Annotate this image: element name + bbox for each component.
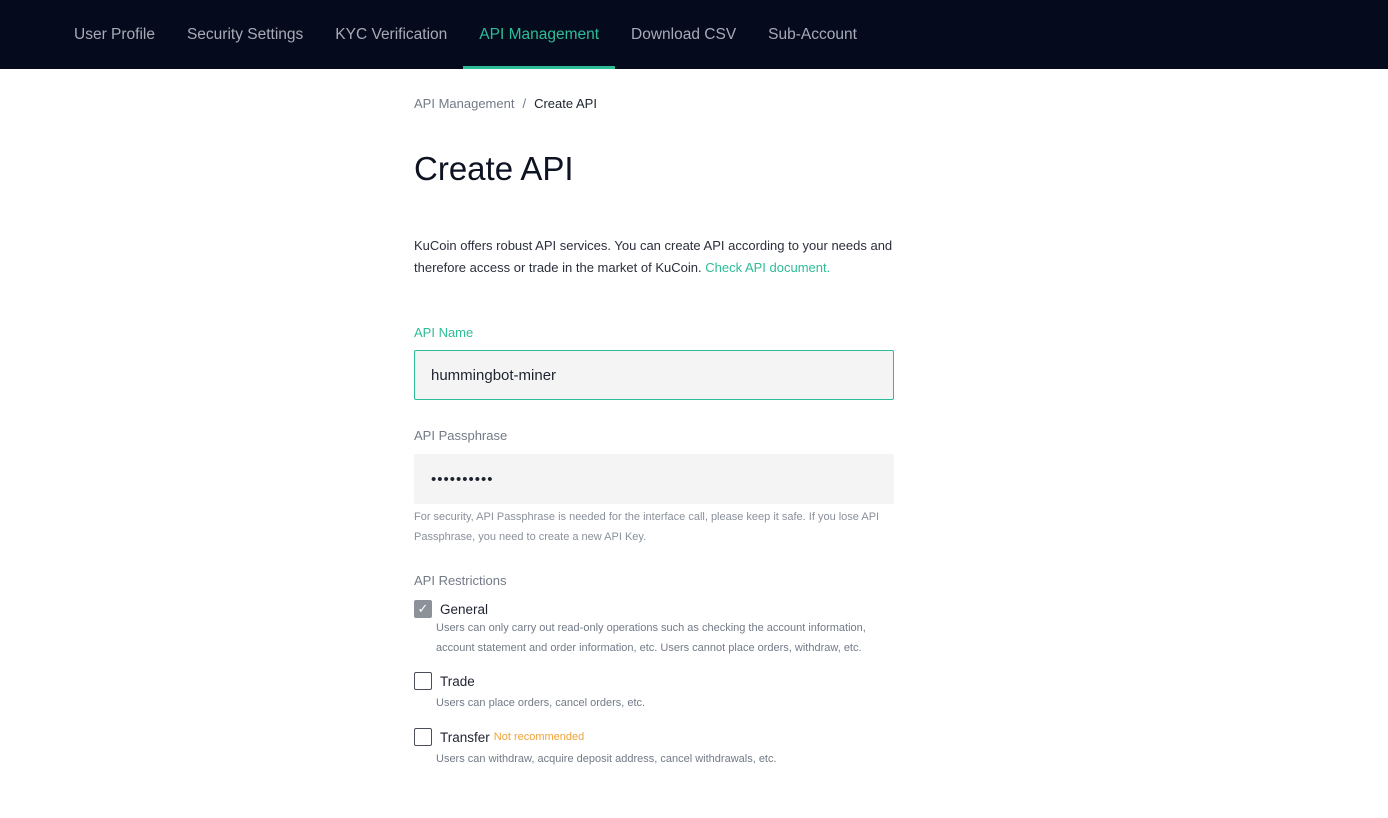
trade-checkbox[interactable] — [414, 672, 432, 690]
tab-kyc-verification[interactable]: KYC Verification — [319, 0, 463, 69]
transfer-label: Transfer — [440, 729, 490, 745]
general-checkbox[interactable]: ✓ — [414, 600, 432, 618]
not-recommended-badge: Not recommended — [493, 731, 585, 743]
breadcrumb: API Management / Create API — [414, 96, 894, 111]
restriction-general[interactable]: ✓ General — [414, 600, 894, 618]
intro-text: KuCoin offers robust API services. You c… — [414, 235, 894, 279]
breadcrumb-separator: / — [522, 96, 527, 111]
breadcrumb-parent-link[interactable]: API Management — [414, 96, 514, 111]
main-content: API Management / Create API Create API KuC… — [414, 69, 894, 769]
page-title: Create API — [414, 150, 574, 187]
top-nav: User Profile Security Settings KYC Verif… — [0, 0, 1388, 69]
tab-user-profile[interactable]: User Profile — [58, 0, 171, 69]
api-name-input[interactable]: hummingbot-miner — [414, 350, 894, 400]
check-icon: ✓ — [417, 601, 429, 616]
api-passphrase-input[interactable]: •••••••••• — [414, 454, 894, 504]
tab-download-csv[interactable]: Download CSV — [615, 0, 752, 69]
trade-description: Users can place orders, cancel orders, e… — [436, 697, 646, 709]
transfer-checkbox[interactable] — [414, 728, 432, 746]
api-passphrase-label: API Passphrase — [414, 428, 508, 443]
breadcrumb-current: Create API — [534, 96, 597, 111]
tab-security-settings[interactable]: Security Settings — [171, 0, 319, 69]
trade-label: Trade — [440, 673, 475, 689]
tab-sub-account[interactable]: Sub-Account — [752, 0, 873, 69]
transfer-description: Users can withdraw, acquire deposit addr… — [436, 753, 777, 765]
api-name-label: API Name — [414, 325, 474, 340]
general-description: Users can only carry out read-only opera… — [436, 622, 866, 654]
general-label: General — [440, 601, 489, 617]
restriction-trade[interactable]: Trade — [414, 672, 894, 690]
api-document-link[interactable]: Check API document. — [705, 260, 830, 275]
restriction-transfer[interactable]: Transfer Not recommended — [414, 728, 894, 746]
api-restrictions-label: API Restrictions — [414, 573, 507, 588]
tab-api-management[interactable]: API Management — [463, 0, 615, 69]
passphrase-hint: For security, API Passphrase is needed f… — [414, 511, 880, 543]
